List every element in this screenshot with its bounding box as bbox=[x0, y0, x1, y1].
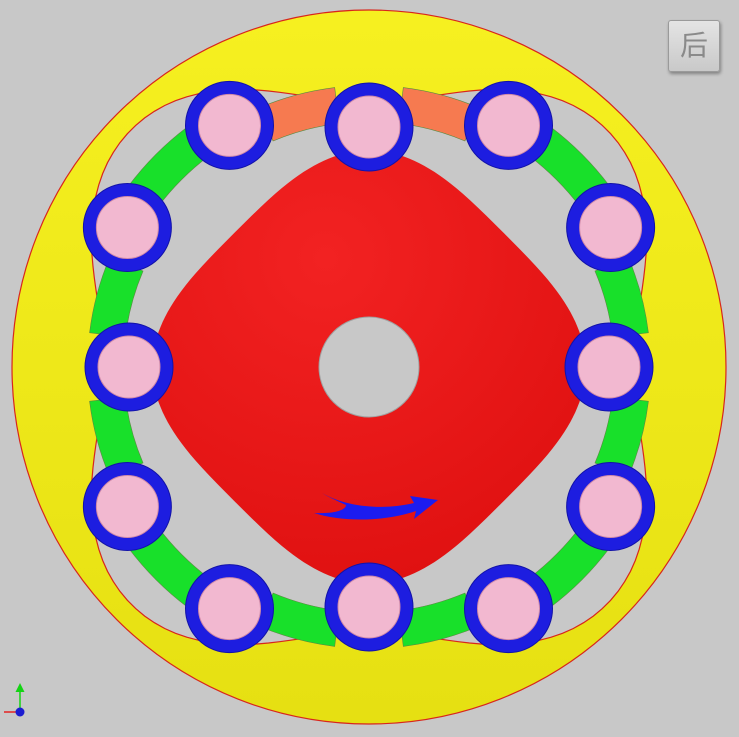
roller-core bbox=[198, 93, 261, 157]
cam-mechanism-drawing bbox=[11, 9, 727, 725]
roller-core bbox=[477, 577, 540, 641]
roller bbox=[185, 564, 274, 654]
roller-core bbox=[97, 335, 161, 399]
roller-core bbox=[577, 335, 641, 399]
roller-core bbox=[579, 196, 643, 259]
roller bbox=[82, 462, 172, 551]
roller bbox=[324, 82, 414, 172]
roller bbox=[324, 562, 414, 652]
roller-core bbox=[579, 475, 643, 538]
roller bbox=[464, 80, 553, 170]
roller-core bbox=[477, 93, 540, 157]
roller bbox=[82, 183, 172, 272]
roller-core bbox=[198, 577, 261, 641]
roller bbox=[564, 322, 654, 412]
roller bbox=[464, 564, 553, 654]
view-cube-back-button[interactable]: 后 bbox=[668, 20, 720, 72]
center-shaft-hole bbox=[318, 316, 420, 418]
roller-core bbox=[95, 475, 159, 538]
roller-core bbox=[95, 196, 159, 259]
roller bbox=[185, 80, 274, 170]
roller-core bbox=[337, 95, 401, 159]
axis-triad-icon bbox=[4, 683, 25, 717]
roller bbox=[566, 183, 656, 272]
roller bbox=[84, 322, 174, 412]
roller-core bbox=[337, 575, 401, 639]
roller bbox=[566, 462, 656, 551]
